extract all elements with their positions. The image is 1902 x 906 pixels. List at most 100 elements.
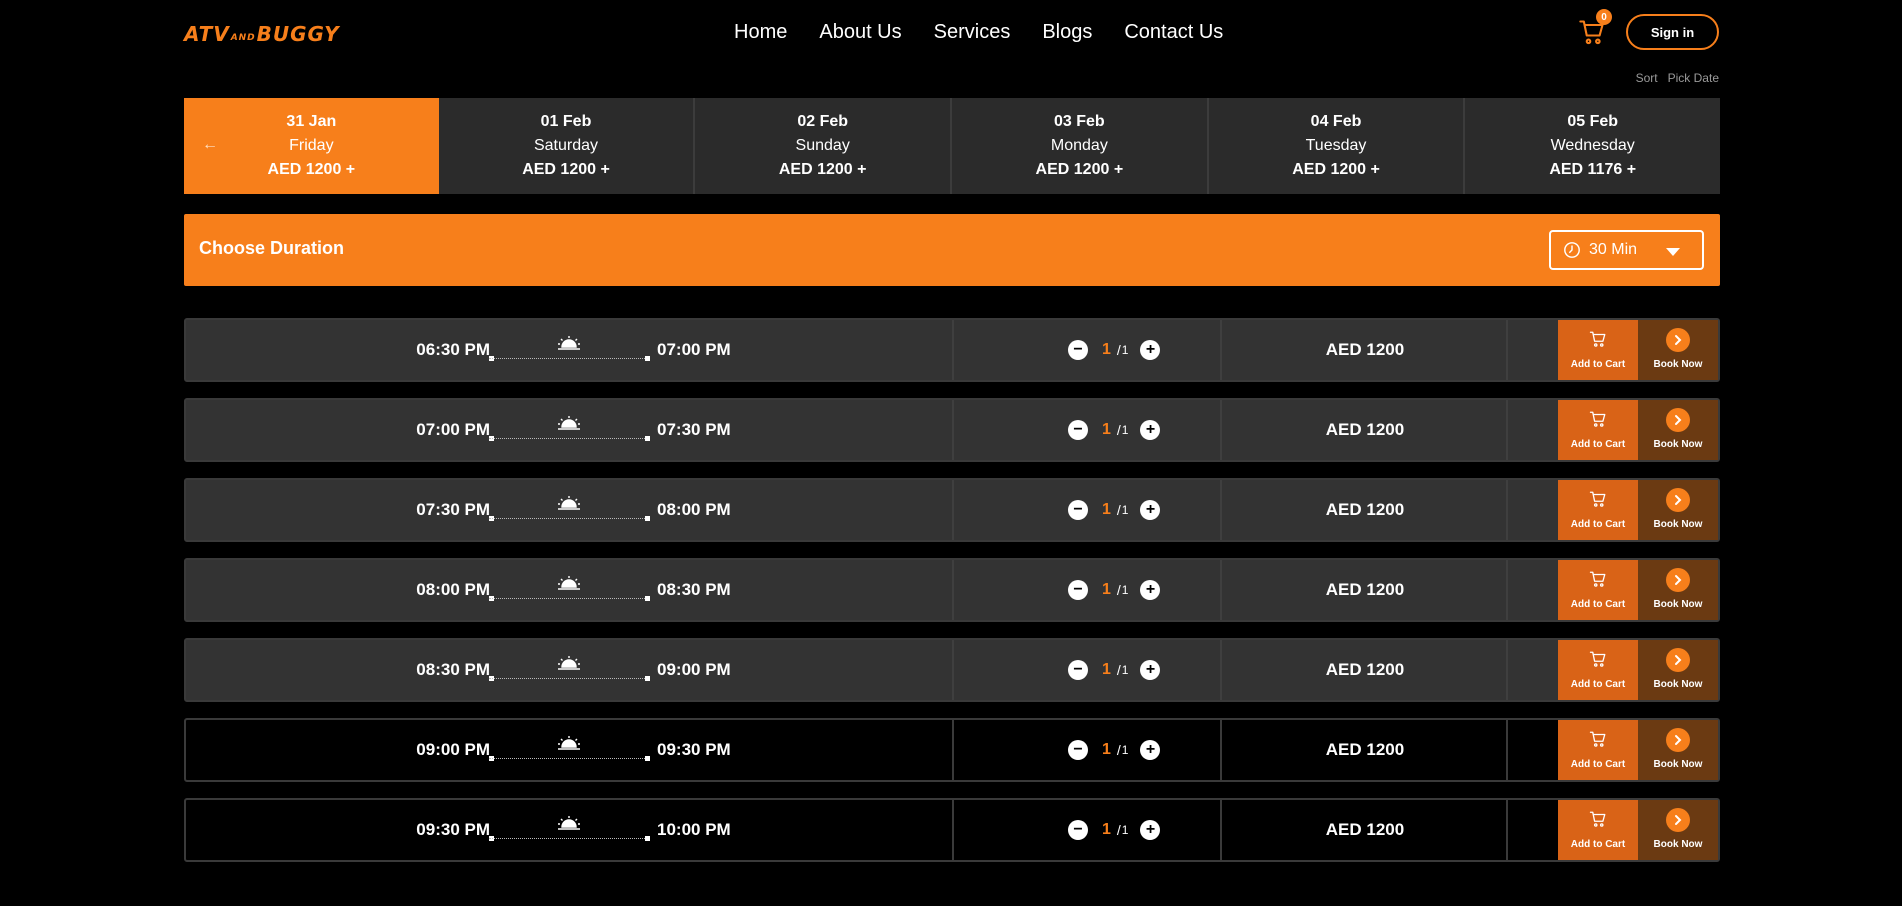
timeline-end-dot [645, 596, 650, 601]
decrease-button[interactable]: − [1068, 340, 1088, 360]
quantity-value: 1 [1102, 501, 1111, 518]
nav-contact-us[interactable]: Contact Us [1124, 20, 1223, 44]
logo-atv: ATV [184, 22, 230, 46]
book-now-label: Book Now [1653, 599, 1703, 610]
timeline-end-dot [645, 676, 650, 681]
quantity-value: 1 [1102, 821, 1111, 838]
duration-bar: Choose Duration 30 Min [184, 214, 1720, 286]
book-now-button[interactable]: Book Now [1638, 640, 1718, 700]
add-to-cart-label: Add to Cart [1570, 679, 1626, 690]
slot-price: AED 1200 [1325, 580, 1405, 599]
book-now-button[interactable]: Book Now [1638, 800, 1718, 860]
add-to-cart-label: Add to Cart [1570, 839, 1626, 850]
decrease-button[interactable]: − [1068, 500, 1088, 520]
add-to-cart-label: Add to Cart [1570, 439, 1626, 450]
quantity-stepper: − 1 / 1 + [1068, 420, 1161, 440]
quantity-max: 1 [1121, 503, 1129, 517]
quantity-value: 1 [1102, 661, 1111, 678]
sunset-icon [558, 736, 580, 750]
date-tab[interactable]: ← 31 Jan Friday AED 1200 + [184, 98, 439, 194]
add-to-cart-button[interactable]: Add to Cart [1558, 320, 1638, 380]
nav-home[interactable]: Home [734, 20, 787, 44]
add-to-cart-label: Add to Cart [1570, 359, 1626, 370]
add-to-cart-button[interactable]: Add to Cart [1558, 400, 1638, 460]
slot-price-cell: AED 1200 [1222, 480, 1508, 540]
slot-price-cell: AED 1200 [1222, 720, 1508, 780]
increase-button[interactable]: + [1140, 740, 1161, 760]
duration-select[interactable]: 30 Min [1549, 230, 1704, 270]
chevron-right-icon [1666, 728, 1690, 752]
nav-about-us[interactable]: About Us [819, 20, 901, 44]
decrease-button[interactable]: − [1068, 740, 1088, 760]
slot-end-time: 07:00 PM [657, 340, 731, 359]
add-to-cart-button[interactable]: Add to Cart [1558, 480, 1638, 540]
day-label: Tuesday [1305, 137, 1367, 154]
book-now-label: Book Now [1653, 359, 1703, 370]
date-price: AED 1176 + [1549, 161, 1637, 178]
date-tab[interactable]: 01 Feb Saturday AED 1200 + [439, 98, 696, 194]
quantity-max: 1 [1121, 743, 1129, 757]
quantity-separator: / [1116, 422, 1121, 438]
quantity-max: 1 [1121, 823, 1129, 837]
cart-icon [1589, 491, 1606, 507]
increase-button[interactable]: + [1140, 340, 1161, 360]
date-price: AED 1200 + [267, 161, 356, 178]
timeline-line [489, 758, 647, 759]
chevron-down-icon [1666, 248, 1680, 256]
slot-quantity-cell: − 1 / 1 + [954, 640, 1222, 700]
increase-button[interactable]: + [1140, 820, 1161, 840]
decrease-button[interactable]: − [1068, 660, 1088, 680]
increase-button[interactable]: + [1140, 500, 1161, 520]
decrease-button[interactable]: − [1068, 580, 1088, 600]
slot-quantity-cell: − 1 / 1 + [954, 720, 1222, 780]
arrow-left-icon[interactable]: ← [202, 136, 218, 154]
main-nav: Home About Us Services Blogs Contact Us [734, 20, 1223, 44]
sunset-icon [558, 816, 580, 830]
add-to-cart-button[interactable]: Add to Cart [1558, 800, 1638, 860]
book-now-button[interactable]: Book Now [1638, 560, 1718, 620]
slot-quantity-cell: − 1 / 1 + [954, 320, 1222, 380]
increase-button[interactable]: + [1140, 660, 1161, 680]
book-now-label: Book Now [1653, 759, 1703, 770]
day-label: Sunday [795, 137, 850, 154]
sort-link[interactable]: Sort [1636, 71, 1658, 85]
timeline-end-dot [645, 756, 650, 761]
slot-price: AED 1200 [1325, 340, 1405, 359]
pick-date-link[interactable]: Pick Date [1668, 71, 1719, 85]
book-now-button[interactable]: Book Now [1638, 320, 1718, 380]
slot-price-cell: AED 1200 [1222, 560, 1508, 620]
slot-price: AED 1200 [1325, 660, 1405, 679]
sunset-icon [558, 416, 580, 430]
duration-value: 30 Min [1589, 241, 1638, 258]
increase-button[interactable]: + [1140, 580, 1161, 600]
date-tab[interactable]: 04 Feb Tuesday AED 1200 + [1209, 98, 1466, 194]
logo[interactable]: ATV AND BUGGY [184, 20, 340, 44]
book-now-button[interactable]: Book Now [1638, 400, 1718, 460]
slot-start-time: 08:30 PM [416, 660, 490, 679]
date-tab[interactable]: 02 Feb Sunday AED 1200 + [695, 98, 953, 194]
decrease-button[interactable]: − [1068, 420, 1088, 440]
add-to-cart-button[interactable]: Add to Cart [1558, 560, 1638, 620]
date-tab[interactable]: 05 Feb Wednesday AED 1176 + [1465, 98, 1720, 194]
slot-end-time: 09:00 PM [657, 660, 731, 679]
slot-start-time: 09:00 PM [416, 740, 490, 759]
decrease-button[interactable]: − [1068, 820, 1088, 840]
sunset-icon [558, 656, 580, 670]
nav-blogs[interactable]: Blogs [1042, 20, 1092, 44]
quantity-stepper: − 1 / 1 + [1068, 820, 1161, 840]
slot-end-time: 07:30 PM [657, 420, 731, 439]
add-to-cart-button[interactable]: Add to Cart [1558, 640, 1638, 700]
slot-time-cell: 09:00 PM 09:30 PM [186, 720, 954, 780]
increase-button[interactable]: + [1140, 420, 1161, 440]
nav-services[interactable]: Services [934, 20, 1011, 44]
sign-in-button[interactable]: Sign in [1626, 14, 1719, 50]
quantity-stepper: − 1 / 1 + [1068, 500, 1161, 520]
book-now-button[interactable]: Book Now [1638, 480, 1718, 540]
add-to-cart-button[interactable]: Add to Cart [1558, 720, 1638, 780]
cart-icon [1589, 331, 1606, 347]
slot-price: AED 1200 [1325, 500, 1405, 519]
date-price: AED 1200 + [778, 161, 867, 178]
date-tab[interactable]: 03 Feb Monday AED 1200 + [952, 98, 1209, 194]
timeline-line [489, 678, 647, 679]
book-now-button[interactable]: Book Now [1638, 720, 1718, 780]
